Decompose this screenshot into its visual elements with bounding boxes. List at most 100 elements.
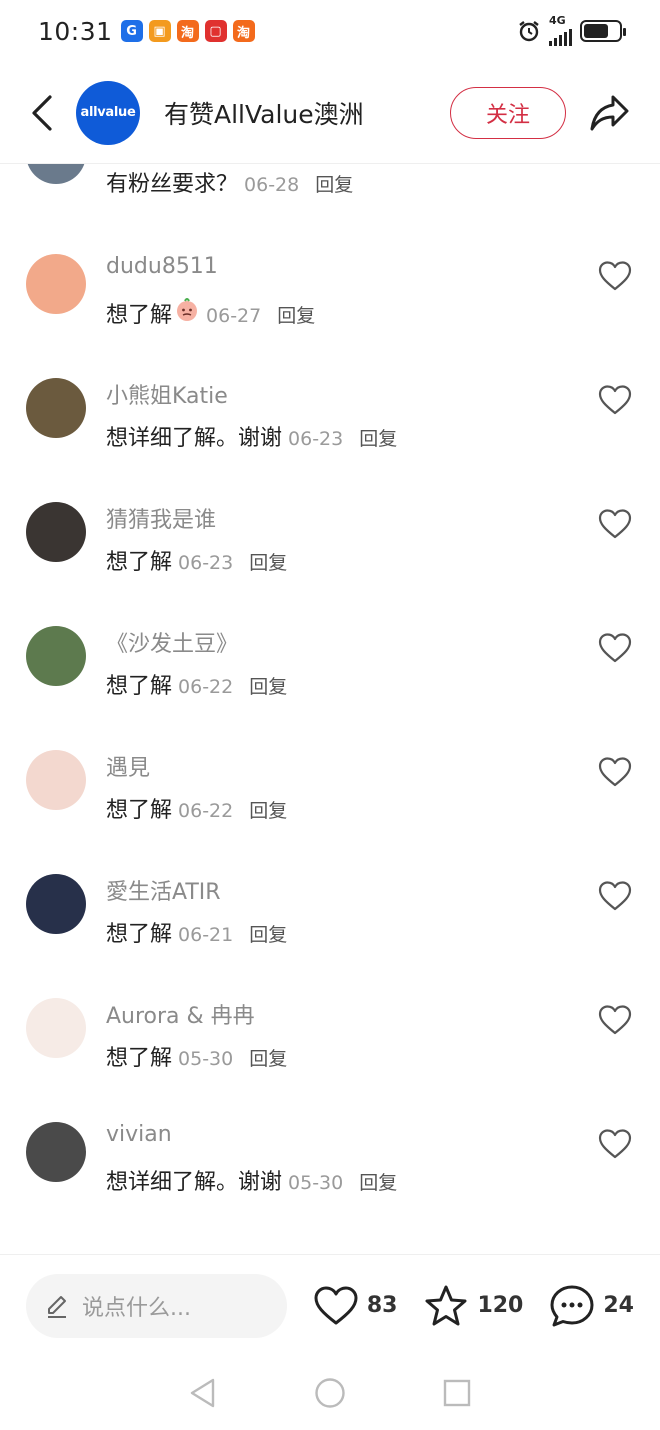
comment-content: 想详细了解。谢谢 05-30 回复 — [106, 1164, 397, 1196]
comment-bubble-icon — [550, 1285, 594, 1326]
avatar[interactable] — [26, 750, 86, 810]
reply-link[interactable]: 回复 — [249, 672, 287, 699]
share-icon — [590, 95, 629, 130]
peach-emoji-icon — [174, 296, 200, 322]
avatar[interactable] — [26, 626, 86, 686]
comment-item[interactable]: 小熊姐Katie 想详细了解。谢谢 06-23 回复 — [0, 378, 660, 502]
comment-date: 06-22 — [178, 800, 234, 822]
nav-recents-icon[interactable] — [442, 1378, 472, 1408]
signal-bars-icon — [549, 26, 572, 46]
comment-text: 想详细了解。谢谢 — [106, 426, 283, 451]
comment-item[interactable]: 猜猜我是谁想了解 06-23 回复 — [0, 502, 660, 626]
comment-item[interactable]: 愛生活ATIR 想了解 06-21 回复 — [0, 874, 660, 998]
comment-username[interactable]: 小熊姐Katie — [106, 378, 228, 410]
heart-icon[interactable] — [598, 1004, 632, 1038]
comment-text: 想了解 — [106, 922, 173, 947]
reply-link[interactable]: 回复 — [249, 1044, 287, 1071]
comment-date: 06-23 — [178, 552, 234, 574]
comment-username[interactable]: 愛生活ATIR — [106, 874, 221, 906]
reply-link[interactable]: 回复 — [249, 548, 287, 575]
heart-icon[interactable] — [598, 384, 632, 418]
comment-username[interactable]: 《沙发土豆》 — [106, 626, 238, 658]
avatar[interactable] — [26, 164, 86, 184]
comment-date: 06-23 — [288, 428, 344, 450]
comment-content: 想了解 06-21 回复 — [106, 916, 287, 948]
like-button[interactable]: 83 — [313, 1285, 398, 1327]
avatar[interactable] — [26, 254, 86, 314]
comment-date: 05-30 — [288, 1172, 344, 1194]
chevron-left-icon — [32, 94, 52, 131]
comment-item[interactable]: 遇見想了解 06-22 回复 — [0, 750, 660, 874]
reply-link[interactable]: 回复 — [277, 301, 315, 328]
heart-icon — [314, 1286, 358, 1324]
comment-username[interactable]: vivian — [106, 1122, 172, 1147]
comment-content: 想了解 06-23 回复 — [106, 544, 287, 576]
comment-item[interactable]: Aurora & 冉冉 想了解 05-30 回复 — [0, 998, 660, 1122]
comment-text: 想了解 — [106, 303, 173, 328]
star-count: 120 — [477, 1293, 524, 1318]
g-app-icon: G — [120, 20, 143, 42]
comment-text: 想了解 — [106, 550, 173, 575]
heart-icon[interactable] — [598, 756, 632, 790]
comment-item[interactable]: 有粉丝要求？ 06-28 回复 — [0, 164, 660, 248]
comment-content: 想了解 05-30 回复 — [106, 1040, 287, 1072]
status-app-icons: G ▣ 淘 ▢ 淘 — [120, 20, 255, 42]
comment-text: 想详细了解。谢谢 — [106, 1170, 283, 1195]
heart-icon[interactable] — [598, 260, 632, 294]
comment-date: 06-28 — [244, 174, 300, 196]
heart-icon[interactable] — [598, 880, 632, 914]
comment-content: 有粉丝要求？ 06-28 回复 — [106, 166, 353, 198]
reply-link[interactable]: 回复 — [359, 424, 397, 451]
bottom-action-bar: 说点什么... 83 120 24 — [0, 1254, 660, 1356]
heart-icon[interactable] — [598, 632, 632, 666]
comment-username[interactable]: 遇見 — [106, 750, 150, 782]
comment-content: 想详细了解。谢谢 06-23 回复 — [106, 420, 397, 452]
page-header: allvalue 有赞AllValue澳洲 关注 — [0, 62, 660, 164]
nav-back-icon[interactable] — [188, 1377, 218, 1409]
page-title[interactable]: 有赞AllValue澳洲 — [164, 95, 364, 131]
reply-link[interactable]: 回复 — [249, 920, 287, 947]
avatar[interactable] — [26, 998, 86, 1058]
comment-username[interactable]: 猜猜我是谁 — [106, 502, 216, 534]
taobao-app-icon-1: 淘 — [176, 20, 199, 42]
comment-content: 想了解 06-22 回复 — [106, 668, 287, 700]
heart-icon[interactable] — [598, 1128, 632, 1162]
avatar[interactable] — [26, 874, 86, 934]
comment-count: 24 — [603, 1293, 634, 1318]
pencil-icon — [48, 1295, 66, 1318]
reply-link[interactable]: 回复 — [359, 1168, 397, 1195]
red-app-icon: ▢ — [204, 20, 227, 42]
comment-item[interactable]: 《沙发土豆》想了解 06-22 回复 — [0, 626, 660, 750]
heart-icon[interactable] — [598, 508, 632, 542]
nav-home-icon[interactable] — [314, 1377, 346, 1409]
comment-username[interactable]: Aurora & 冉冉 — [106, 998, 255, 1030]
reply-link[interactable]: 回复 — [315, 170, 353, 197]
like-count: 83 — [366, 1293, 398, 1318]
account-logo[interactable]: allvalue — [76, 80, 140, 145]
share-button[interactable] — [588, 91, 632, 135]
gift-app-icon: ▣ — [148, 20, 171, 42]
comment-button[interactable]: 24 — [549, 1284, 634, 1328]
avatar[interactable] — [26, 378, 86, 438]
back-button[interactable] — [24, 91, 60, 135]
comment-date: 06-27 — [206, 305, 262, 327]
comment-text: 想了解 — [106, 798, 173, 823]
network-label: 4G — [549, 14, 566, 27]
comment-content: 想了解 06-27 回复 — [106, 296, 315, 329]
star-icon — [425, 1285, 467, 1325]
comment-date: 05-30 — [178, 1048, 234, 1070]
reply-link[interactable]: 回复 — [249, 796, 287, 823]
favorite-button[interactable]: 120 — [423, 1284, 523, 1328]
comment-item[interactable]: vivian 想详细了解。谢谢 05-30 回复 — [0, 1122, 660, 1246]
comment-input[interactable]: 说点什么... — [26, 1273, 287, 1338]
comment-input-placeholder: 说点什么... — [82, 1295, 191, 1321]
follow-button[interactable]: 关注 — [450, 86, 566, 139]
logo-text: allvalue — [80, 105, 136, 120]
battery-icon — [580, 20, 626, 42]
comment-item[interactable]: dudu8511 想了解 06-27 回复 — [0, 254, 660, 378]
comment-text: 有粉丝要求？ — [106, 172, 239, 197]
avatar[interactable] — [26, 1122, 86, 1182]
comment-username[interactable]: dudu8511 — [106, 254, 218, 279]
avatar[interactable] — [26, 502, 86, 562]
comment-list: 有粉丝要求？ 06-28 回复 dudu8511 想了解 06-27 回复 小熊姐Katie 想… — [0, 164, 660, 1254]
